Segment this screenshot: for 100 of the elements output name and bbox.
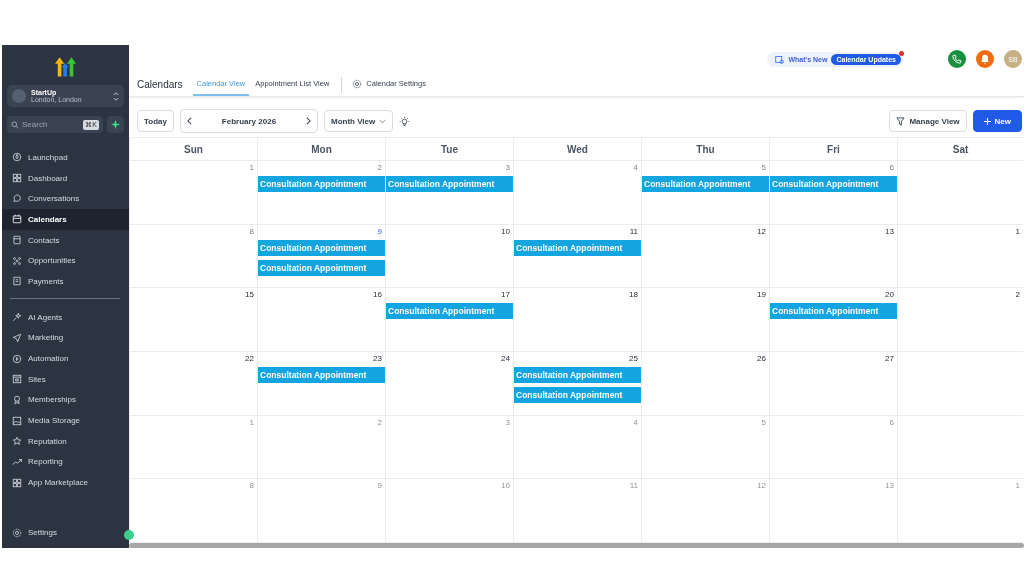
- day-number: 11: [629, 226, 638, 236]
- day-cell[interactable]: 6 Consultation Appointment: [769, 161, 897, 225]
- sparkle-icon: [111, 120, 120, 129]
- day-cell[interactable]: 26: [641, 352, 769, 416]
- day-number: 5: [761, 417, 766, 427]
- sidebar-item[interactable]: Reporting: [2, 451, 129, 473]
- weekday-header: Sat: [897, 138, 1023, 161]
- sidebar-item[interactable]: Conversations: [2, 188, 129, 210]
- day-number: 8: [249, 481, 254, 491]
- sidebar-item[interactable]: Reputation: [2, 430, 129, 452]
- month-view-dropdown[interactable]: Month View: [323, 110, 394, 132]
- day-number: 27: [885, 354, 894, 363]
- day-cell[interactable]: 15: [129, 288, 257, 352]
- day-number: 22: [245, 354, 254, 363]
- day-cell[interactable]: 12: [641, 224, 769, 289]
- day-number: 5: [761, 163, 766, 172]
- settings-icon: [12, 527, 22, 538]
- sidebar-item[interactable]: Marketing: [2, 327, 129, 349]
- day-number: 24: [501, 354, 510, 363]
- weekday-header: Thu: [641, 138, 769, 161]
- grid-icon: [12, 173, 22, 184]
- sidebar-item[interactable]: Contacts: [2, 229, 129, 251]
- collapse-toggle[interactable]: [124, 530, 134, 540]
- day-number: 20: [885, 290, 894, 300]
- sidebar-item[interactable]: App Marketplace: [2, 472, 129, 493]
- day-cell[interactable]: 23 Consultation Appointment: [257, 352, 385, 416]
- day-number: 6: [889, 163, 894, 172]
- day-cell[interactable]: 3 Consultation Appointment: [385, 161, 513, 225]
- day-number: 2: [377, 417, 382, 427]
- manage-view-button[interactable]: Manage View: [889, 110, 967, 132]
- day-cell[interactable]: [897, 161, 1023, 225]
- day-cell[interactable]: 4: [513, 161, 641, 225]
- day-number: 10: [501, 481, 510, 491]
- day-number: 9: [377, 226, 382, 236]
- paper-plane-icon: [12, 332, 22, 343]
- day-cell[interactable]: 20 Consultation Appointment: [769, 288, 897, 352]
- calendar-icon: [12, 214, 22, 225]
- lightbulb-icon[interactable]: [399, 115, 411, 127]
- horizontal-scrollbar[interactable]: [129, 543, 1024, 548]
- chevron-left-icon: [186, 117, 192, 125]
- day-cell[interactable]: 16: [257, 288, 385, 352]
- rocket-icon: [12, 152, 22, 163]
- day-cell[interactable]: 27: [769, 352, 897, 416]
- updown-caret-icon: [113, 91, 119, 101]
- day-number: 19: [757, 290, 766, 300]
- day-cell[interactable]: 1: [129, 161, 257, 225]
- day-cell[interactable]: 8: [129, 224, 257, 289]
- sidebar-item[interactable]: Launchpad: [2, 147, 129, 168]
- day-cell[interactable]: 5 Consultation Appointment: [641, 161, 769, 225]
- day-cell[interactable]: 2 Consultation Appointment: [257, 161, 385, 225]
- sidebar-item[interactable]: Automation: [2, 348, 129, 369]
- sidebar-item[interactable]: Media Storage: [2, 410, 129, 431]
- sidebar-item[interactable]: AI Agents: [2, 306, 129, 328]
- day-number: 1: [1015, 481, 1020, 491]
- day-cell[interactable]: 13: [769, 224, 897, 289]
- day-cell[interactable]: 17 Consultation Appointment: [385, 288, 513, 352]
- sidebar-item[interactable]: Payments: [2, 271, 129, 292]
- day-cell[interactable]: 24: [385, 352, 513, 416]
- sparkle-icon: [12, 312, 22, 323]
- day-number: 9: [377, 481, 382, 491]
- grid-icon: [12, 477, 22, 488]
- new-button[interactable]: New: [972, 110, 1022, 132]
- caret-icon: [379, 118, 387, 124]
- day-number: 1: [249, 163, 254, 172]
- weekday-header: Fri: [769, 138, 897, 161]
- day-cell[interactable]: 11 Consultation Appointment: [513, 224, 641, 289]
- trend-line-icon: [12, 456, 22, 467]
- sidebar-item[interactable]: Opportunities: [2, 250, 129, 272]
- sidebar-item[interactable]: Memberships: [2, 389, 129, 411]
- settings-icon: [352, 78, 363, 89]
- receipt-icon: [12, 276, 22, 287]
- notifications-button[interactable]: [976, 50, 994, 68]
- day-cell[interactable]: 1: [897, 224, 1023, 289]
- phone-button[interactable]: [948, 50, 966, 68]
- day-number: 3: [505, 163, 510, 172]
- day-cell[interactable]: 19: [641, 288, 769, 352]
- image-icon: [12, 415, 22, 426]
- ai-button[interactable]: [107, 116, 124, 133]
- sidebar-item[interactable]: Dashboard: [2, 167, 129, 189]
- sidebar-item[interactable]: Sites: [2, 368, 129, 390]
- day-number: 13: [885, 226, 894, 236]
- search-icon: [11, 121, 19, 129]
- day-number: 17: [501, 290, 510, 300]
- sidebar-item[interactable]: Calendars: [2, 209, 129, 230]
- logo-arrows-icon: [54, 56, 77, 77]
- phone-icon: [952, 54, 962, 64]
- weekday-header: Tue: [385, 138, 513, 161]
- day-cell[interactable]: 22: [129, 352, 257, 416]
- today-button[interactable]: Today: [137, 110, 174, 132]
- day-cell[interactable]: 10: [385, 224, 513, 289]
- day-number: 4: [633, 163, 638, 172]
- day-number: 10: [501, 226, 510, 236]
- day-cell[interactable]: 18: [513, 288, 641, 352]
- day-number: 11: [629, 481, 638, 491]
- day-number: 25: [629, 354, 638, 363]
- day-number: 23: [373, 354, 382, 363]
- day-cell[interactable]: 2: [897, 288, 1023, 352]
- settings-item[interactable]: Settings: [2, 522, 67, 543]
- browser-window-icon: [12, 374, 22, 385]
- notification-dot: [899, 50, 904, 56]
